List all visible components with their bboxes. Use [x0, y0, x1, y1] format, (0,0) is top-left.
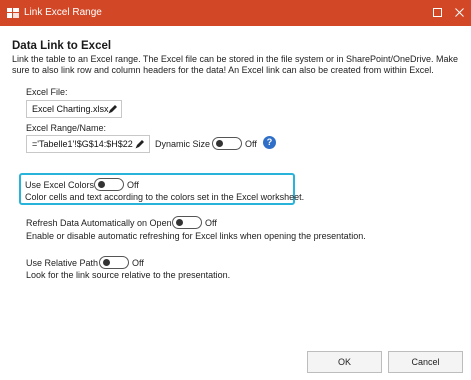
use-colors-description: Color cells and text according to the co… — [25, 192, 305, 202]
refresh-description: Enable or disable automatic refreshing f… — [26, 231, 366, 241]
excel-link-icon — [7, 8, 19, 18]
excel-file-value: Excel Charting.xlsx — [32, 104, 109, 114]
cancel-button[interactable]: Cancel — [388, 351, 463, 373]
excel-range-field[interactable]: ='Tabelle1'!$G$14:$H$22 — [26, 135, 150, 153]
close-icon — [454, 7, 464, 17]
window-title: Link Excel Range — [24, 7, 102, 18]
excel-range-label: Excel Range/Name: — [26, 123, 107, 133]
dynamic-size-state: Off — [245, 139, 257, 149]
use-colors-toggle[interactable] — [94, 178, 124, 191]
relative-path-toggle[interactable] — [99, 256, 129, 269]
help-icon[interactable]: ? — [263, 136, 276, 149]
relative-path-label: Use Relative Path — [26, 258, 99, 268]
excel-file-label: Excel File: — [26, 87, 68, 97]
refresh-label: Refresh Data Automatically on Open — [26, 218, 172, 228]
excel-range-value: ='Tabelle1'!$G$14:$H$22 — [32, 139, 133, 149]
maximize-button[interactable] — [428, 3, 446, 21]
maximize-icon — [432, 7, 442, 17]
refresh-state: Off — [205, 218, 217, 228]
pencil-icon[interactable] — [107, 103, 119, 115]
close-button[interactable] — [450, 3, 468, 21]
use-colors-state: Off — [127, 180, 139, 190]
relative-path-description: Look for the link source relative to the… — [26, 270, 231, 280]
use-colors-label: Use Excel Colors — [25, 180, 95, 190]
refresh-toggle[interactable] — [172, 216, 202, 229]
pencil-icon[interactable] — [134, 138, 146, 150]
dynamic-size-label: Dynamic Size — [155, 139, 211, 149]
title-bar: Link Excel Range — [0, 0, 471, 26]
intro-line-1: Link the table to an Excel range. The Ex… — [12, 54, 459, 64]
dynamic-size-toggle[interactable] — [212, 137, 242, 150]
intro-line-2: sure to also link row and column headers… — [12, 65, 434, 75]
relative-path-state: Off — [132, 258, 144, 268]
excel-file-field[interactable]: Excel Charting.xlsx — [26, 100, 122, 118]
ok-button[interactable]: OK — [307, 351, 382, 373]
section-heading: Data Link to Excel — [12, 40, 112, 52]
